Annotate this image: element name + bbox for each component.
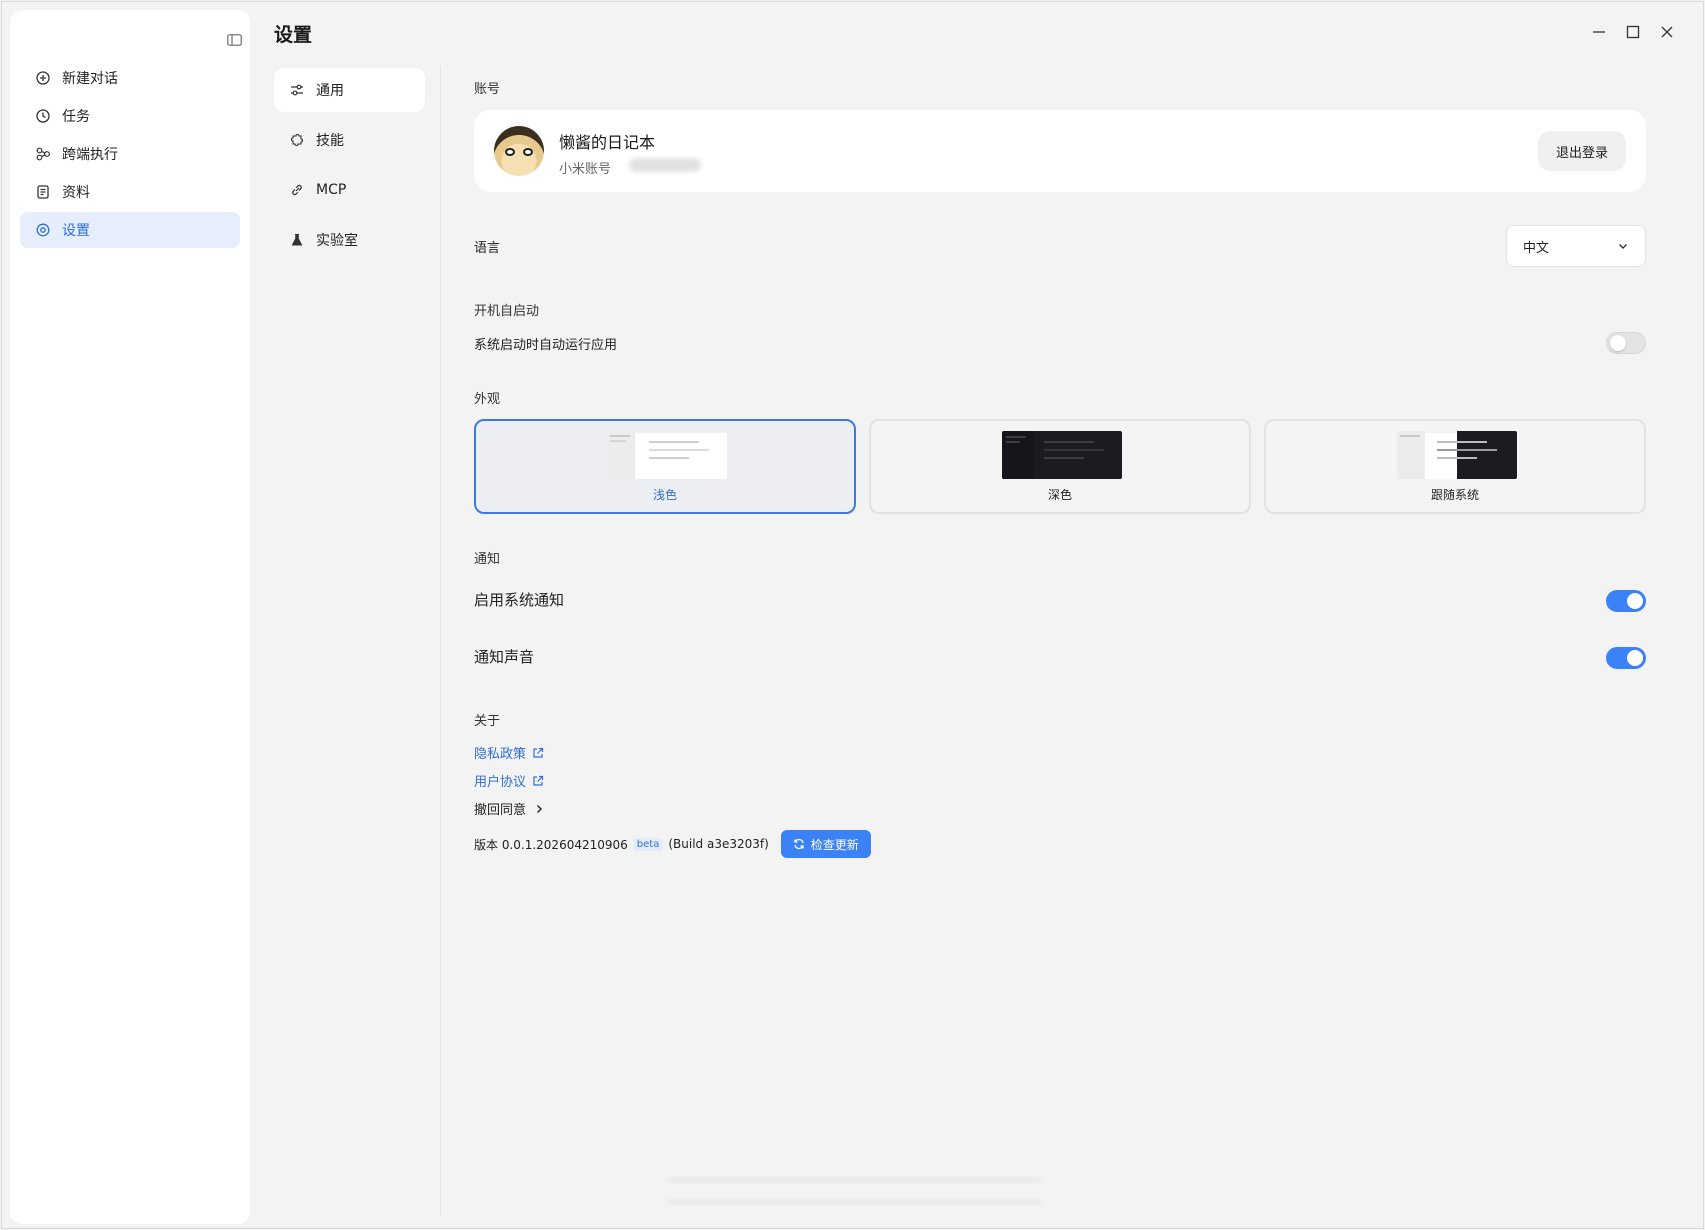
- sidebar-item-cross-device[interactable]: 跨端执行: [20, 136, 240, 172]
- subnav-label: 技能: [316, 133, 344, 149]
- sidebar-item-tasks[interactable]: 任务: [20, 98, 240, 134]
- sidebar-item-materials[interactable]: 资料: [20, 174, 240, 210]
- divider: [440, 66, 441, 1216]
- privacy-policy-label: 隐私政策: [474, 747, 527, 762]
- revoke-consent-label: 撤回同意: [474, 803, 527, 818]
- language-value: 中文: [1523, 240, 1550, 256]
- sidebar-item-label: 任务: [62, 109, 90, 125]
- notification-sound-label: 通知声音: [474, 648, 535, 666]
- sidebar-item-label: 新建对话: [62, 71, 118, 87]
- user-agreement-link[interactable]: 用户协议: [474, 771, 544, 790]
- avatar: [494, 126, 544, 176]
- link-icon: [292, 184, 302, 196]
- language-select[interactable]: 中文: [1506, 225, 1646, 267]
- notification-sound-toggle[interactable]: [1606, 647, 1646, 669]
- account-section-label: 账号: [474, 82, 501, 97]
- sidebar-item-label: 跨端执行: [62, 147, 118, 163]
- minimize-icon: [1593, 31, 1605, 33]
- subnav-label: 实验室: [316, 233, 358, 249]
- theme-system-label: 跟随系统: [1430, 488, 1479, 502]
- sidebar-item-label: 资料: [62, 185, 90, 201]
- ghost-artifact: [667, 1178, 1041, 1182]
- ghost-artifact: [667, 1200, 1041, 1204]
- maximize-icon: [1626, 25, 1640, 39]
- document-icon: [37, 185, 49, 199]
- tab-lab[interactable]: 实验室: [274, 218, 425, 262]
- sidebar-toggle-button[interactable]: [225, 31, 243, 49]
- sliders-icon: [291, 84, 303, 96]
- sidebar-item-label: 设置: [62, 223, 90, 239]
- close-button[interactable]: [1655, 20, 1679, 44]
- theme-dark-card[interactable]: 深色: [869, 419, 1251, 514]
- settings-icon: [36, 223, 50, 237]
- page-title: 设置: [274, 24, 313, 46]
- settings-subnav: 通用 技能 MCP 实验室: [274, 68, 425, 268]
- subnav-label: 通用: [316, 83, 344, 99]
- external-link-icon: [533, 775, 544, 786]
- account-type: 小米账号: [559, 162, 612, 177]
- check-update-label: 检查更新: [810, 837, 859, 852]
- sidebar-item-settings[interactable]: 设置: [20, 212, 240, 248]
- appearance-section-label: 外观: [474, 392, 501, 407]
- puzzle-icon: [291, 134, 303, 146]
- tab-skills[interactable]: 技能: [274, 118, 425, 162]
- version-text: 版本 0.0.1.202604210906: [474, 837, 628, 852]
- theme-dark-label: 深色: [1047, 488, 1072, 502]
- external-link-icon: [533, 747, 544, 758]
- privacy-policy-link[interactable]: 隐私政策: [474, 743, 544, 762]
- language-label: 语言: [474, 241, 501, 256]
- refresh-icon: [794, 838, 804, 850]
- account-name: 懒酱的日记本: [559, 133, 656, 152]
- theme-system-card[interactable]: 跟随系统: [1264, 419, 1646, 514]
- tab-general[interactable]: 通用: [274, 68, 425, 112]
- light-theme-preview: [607, 431, 727, 479]
- minimize-button[interactable]: [1587, 20, 1611, 44]
- theme-light-card[interactable]: 浅色: [474, 419, 856, 514]
- dark-theme-preview: [1002, 431, 1122, 479]
- maximize-button[interactable]: [1621, 20, 1645, 44]
- startup-toggle[interactable]: [1606, 332, 1646, 354]
- system-theme-preview: [1397, 431, 1517, 479]
- sidebar-item-new-chat[interactable]: 新建对话: [20, 60, 240, 96]
- about-section-label: 关于: [474, 714, 501, 729]
- system-notification-label: 启用系统通知: [474, 591, 565, 609]
- logout-button[interactable]: 退出登录: [1538, 131, 1626, 171]
- startup-section-label: 开机自启动: [474, 304, 540, 319]
- startup-option-label: 系统启动时自动运行应用: [474, 338, 618, 353]
- theme-light-label: 浅色: [652, 488, 677, 502]
- build-text: (Build a3e3203f): [668, 837, 769, 851]
- sidebar-collapse-icon: [226, 34, 242, 46]
- chevron-right-icon: [537, 804, 543, 813]
- check-update-button[interactable]: 检查更新: [780, 830, 871, 858]
- account-card: 懒酱的日记本 小米账号 退出登录: [474, 110, 1646, 192]
- clock-icon: [36, 109, 50, 123]
- flask-icon: [291, 233, 303, 246]
- network-icon: [36, 147, 50, 161]
- revoke-consent-link[interactable]: 撤回同意: [474, 799, 544, 818]
- user-agreement-label: 用户协议: [474, 775, 527, 790]
- version-row: 版本 0.0.1.202604210906 beta (Build a3e320…: [474, 830, 871, 858]
- sidebar: 新建对话 任务 跨端执行 资料 设置: [10, 10, 250, 1224]
- plus-circle-icon: [36, 71, 50, 85]
- sidebar-nav: 新建对话 任务 跨端执行 资料 设置: [20, 60, 240, 250]
- chevron-down-icon: [1619, 244, 1627, 249]
- close-icon: [1661, 26, 1673, 38]
- beta-badge: beta: [632, 837, 664, 851]
- subnav-label: MCP: [316, 182, 347, 198]
- tab-mcp[interactable]: MCP: [274, 168, 425, 212]
- app-window: 新建对话 任务 跨端执行 资料 设置 设置 通用 技能 MCP 实验室 账号 懒…: [1, 1, 1704, 1229]
- account-id-blurred: [629, 158, 701, 172]
- notifications-section-label: 通知: [474, 552, 501, 567]
- system-notification-toggle[interactable]: [1606, 590, 1646, 612]
